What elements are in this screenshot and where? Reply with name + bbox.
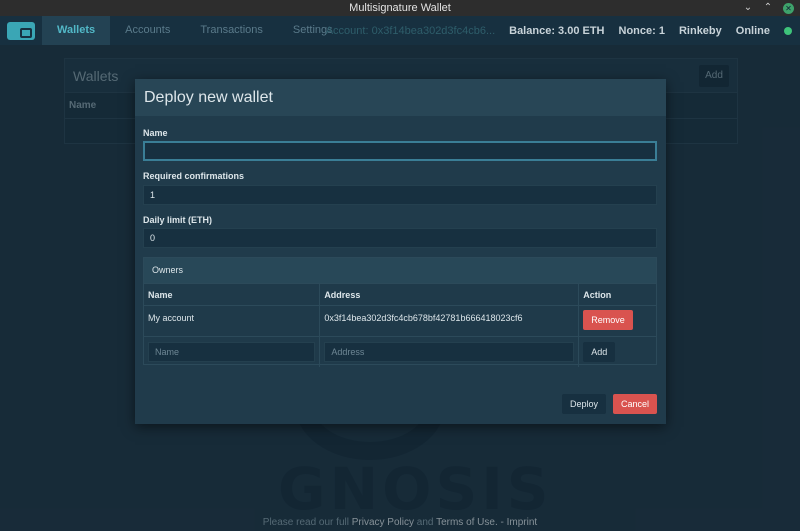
online-status: Online	[735, 24, 770, 37]
window-titlebar: Multisignature Wallet ⌄ ⌃ ✕	[0, 0, 800, 16]
modal-footer: Deploy Cancel	[561, 394, 657, 414]
owners-header-row: Name Address Action	[144, 283, 656, 305]
owner-name: My account	[144, 306, 321, 336]
nav-transactions[interactable]: Transactions	[185, 16, 278, 45]
new-owner-address-input[interactable]: Address	[324, 342, 575, 362]
wallet-logo-icon	[7, 21, 35, 40]
online-indicator-icon	[784, 26, 792, 35]
nav-status: Account: 0x3f14bea302d3fc4cb6... Balance…	[312, 16, 800, 45]
daily-limit-label: Daily limit (ETH)	[143, 215, 213, 225]
new-owner-action-cell: Add	[579, 337, 656, 367]
maximize-icon[interactable]: ⌃	[763, 3, 773, 13]
deploy-button[interactable]: Deploy	[561, 394, 606, 414]
deploy-wallet-modal: Deploy new wallet Name Required confirma…	[135, 79, 666, 424]
new-owner-name-input[interactable]: Name	[148, 342, 316, 362]
new-owner-name-cell: Name	[144, 337, 321, 367]
window-title: Multisignature Wallet	[349, 2, 451, 14]
required-confirmations-input[interactable]: 1	[143, 185, 657, 205]
nav-accounts[interactable]: Accounts	[110, 16, 185, 45]
wallet-name-input[interactable]	[143, 141, 657, 161]
cancel-button[interactable]: Cancel	[612, 394, 657, 414]
app-navbar: Wallets Accounts Transactions Settings A…	[0, 16, 800, 45]
window-controls: ⌄ ⌃ ✕	[743, 0, 794, 16]
add-owner-button[interactable]: Add	[583, 342, 616, 362]
name-label: Name	[143, 128, 168, 138]
minimize-icon[interactable]: ⌄	[743, 3, 753, 13]
nonce-label: Nonce: 1	[618, 24, 665, 37]
brand[interactable]	[0, 16, 42, 45]
remove-owner-button[interactable]: Remove	[583, 310, 633, 330]
nav-wallets[interactable]: Wallets	[42, 16, 111, 45]
owners-col-address: Address	[320, 284, 580, 305]
table-row: My account 0x3f14bea302d3fc4cb678bf42781…	[144, 305, 656, 336]
confirmations-label: Required confirmations	[143, 171, 245, 181]
owner-address: 0x3f14bea302d3fc4cb678bf42781b666418023c…	[320, 306, 580, 336]
owner-action-cell: Remove	[579, 306, 656, 336]
account-dropdown[interactable]: Account: 0x3f14bea302d3fc4cb6...	[326, 25, 495, 37]
network-label: Rinkeby	[678, 24, 722, 37]
owners-col-name: Name	[144, 284, 321, 305]
owners-panel: Owners Name Address Action My account 0x…	[143, 257, 657, 367]
owners-title: Owners	[144, 258, 656, 283]
new-owner-address-cell: Address	[320, 337, 580, 367]
daily-limit-input[interactable]: 0	[143, 228, 657, 248]
owners-col-action: Action	[583, 289, 612, 300]
balance-label: Balance: 3.00 ETH	[509, 24, 605, 37]
close-icon[interactable]: ✕	[783, 2, 794, 14]
modal-overlay[interactable]: Deploy new wallet Name Required confirma…	[0, 45, 800, 531]
modal-title: Deploy new wallet	[135, 79, 666, 116]
new-owner-row: Name Address Add	[144, 336, 656, 367]
